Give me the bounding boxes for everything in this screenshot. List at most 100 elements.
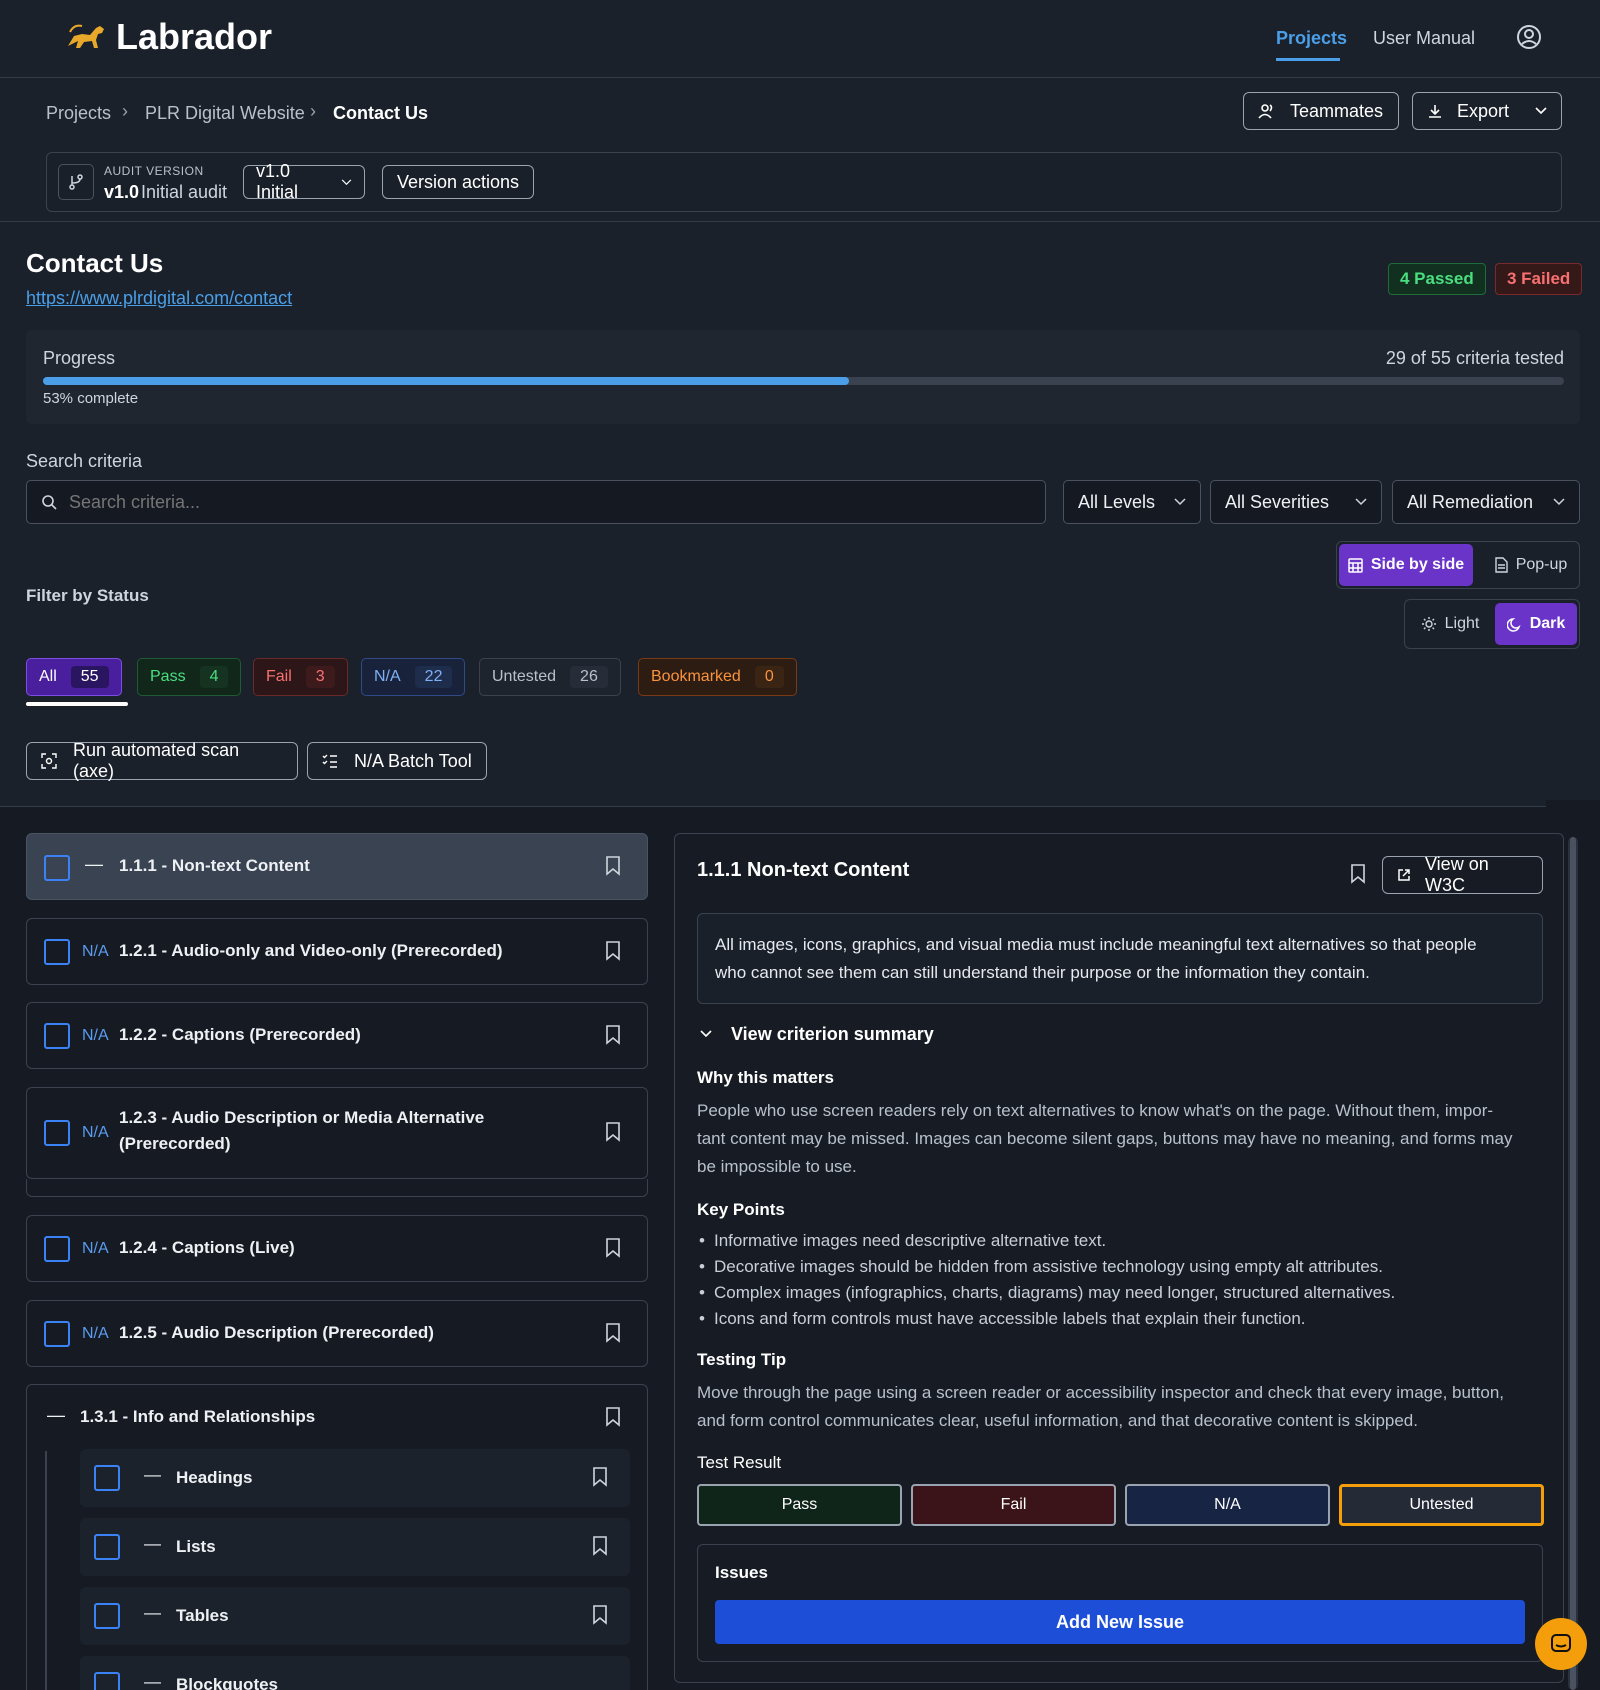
severities-select[interactable]: All Severities	[1210, 480, 1382, 524]
filter-chip-bookmarked[interactable]: Bookmarked 0	[638, 658, 797, 696]
bookmark-icon[interactable]	[605, 856, 621, 876]
levels-select[interactable]: All Levels	[1063, 480, 1201, 524]
criterion-row-1-2-2[interactable]: N/A 1.2.2 - Captions (Prerecorded)	[26, 1002, 648, 1069]
table-icon	[1348, 557, 1363, 573]
breadcrumb-site[interactable]: PLR Digital Website	[145, 103, 305, 124]
audit-version-number: v1.0	[104, 182, 140, 202]
chevron-down-icon[interactable]	[700, 1030, 712, 1038]
bookmark-icon[interactable]	[605, 1407, 621, 1427]
na-status: N/A	[82, 943, 109, 960]
teammates-button[interactable]: Teammates	[1243, 92, 1399, 130]
dark-theme-button[interactable]: Dark	[1495, 603, 1577, 645]
criterion-checkbox[interactable]	[94, 1672, 120, 1690]
app-name[interactable]: Labrador	[116, 16, 272, 58]
chevron-down-icon	[1553, 498, 1565, 506]
view-on-w3c-label: View on W3C	[1425, 854, 1489, 895]
criterion-row-1-2-3[interactable]: N/A 1.2.3 - Audio Description or Media A…	[26, 1087, 648, 1179]
criterion-row-1-2-5[interactable]: N/A 1.2.5 - Audio Description (Prerecord…	[26, 1300, 648, 1367]
breadcrumb-current: Contact Us	[333, 103, 429, 123]
breadcrumb-projects[interactable]: Projects	[46, 103, 111, 124]
chip-count: 0	[754, 666, 784, 688]
version-actions-button[interactable]: Version actions	[382, 165, 534, 199]
remediation-select[interactable]: All Remediation	[1392, 480, 1580, 524]
criterion-summary-toggle[interactable]: View criterion summary	[731, 1024, 934, 1045]
status-dash: —	[85, 854, 103, 874]
criterion-checkbox[interactable]	[44, 1236, 70, 1262]
page-url-link[interactable]: https://www.plrdigital.com/contact	[26, 288, 292, 309]
view-on-w3c-button[interactable]: View on W3C	[1382, 854, 1543, 895]
nav-user-manual[interactable]: User Manual	[1373, 28, 1475, 49]
external-link-icon	[1397, 868, 1411, 882]
sub-criterion-headings[interactable]: — Headings	[80, 1449, 630, 1507]
criterion-group-title[interactable]: 1.3.1 - Info and Relationships	[80, 1407, 315, 1427]
key-point: Decorative images should be hidden from …	[714, 1257, 1384, 1276]
chat-support-button[interactable]	[1535, 1618, 1587, 1670]
progress-track	[43, 377, 1564, 385]
export-button[interactable]: Export	[1412, 92, 1562, 130]
bookmark-icon[interactable]	[1350, 864, 1366, 884]
chip-label: Bookmarked	[651, 668, 741, 685]
bookmark-icon[interactable]	[605, 941, 621, 961]
result-pass-button[interactable]: Pass	[697, 1484, 902, 1526]
search-box[interactable]	[26, 480, 1046, 524]
criterion-checkbox[interactable]	[44, 1023, 70, 1049]
bookmark-icon[interactable]	[592, 1536, 608, 1556]
progress-percent: 53% complete	[43, 390, 139, 407]
criterion-checkbox[interactable]	[94, 1534, 120, 1560]
status-dash: —	[144, 1534, 161, 1553]
add-new-issue-button[interactable]: Add New Issue	[715, 1600, 1525, 1644]
criterion-checkbox[interactable]	[94, 1465, 120, 1491]
filter-chip-all[interactable]: All 55	[26, 658, 122, 696]
popup-button[interactable]: Pop-up	[1485, 544, 1577, 586]
sub-criterion-title: Headings	[176, 1468, 253, 1487]
automated-scan-button[interactable]: Run automated scan (axe)	[26, 740, 298, 781]
na-batch-tool-button[interactable]: N/A Batch Tool	[307, 742, 487, 780]
sub-criterion-blockquotes[interactable]: — Blockquotes	[80, 1656, 630, 1690]
bookmark-icon[interactable]	[605, 1122, 621, 1142]
filter-chip-untested[interactable]: Untested 26	[479, 658, 621, 696]
criterion-checkbox[interactable]	[44, 1321, 70, 1347]
na-status: N/A	[82, 1124, 109, 1141]
scrollbar-thumb[interactable]	[1570, 837, 1576, 1690]
sub-criterion-lists[interactable]: — Lists	[80, 1518, 630, 1576]
criterion-title: 1.2.2 - Captions (Prerecorded)	[119, 1025, 361, 1044]
chevron-down-icon	[1535, 107, 1547, 115]
testing-tip-line1: Move through the page using a screen rea…	[697, 1383, 1505, 1402]
chip-label: N/A	[374, 668, 401, 685]
bookmark-icon[interactable]	[605, 1323, 621, 1343]
light-theme-button[interactable]: Light	[1408, 603, 1492, 645]
filter-chip-na[interactable]: N/A 22	[361, 658, 466, 696]
criterion-description-box	[697, 913, 1543, 1004]
criterion-title: 1.2.5 - Audio Description (Prerecorded)	[119, 1323, 434, 1342]
sub-criterion-title: Blockquotes	[176, 1675, 279, 1690]
chip-count: 26	[570, 666, 608, 688]
search-icon	[41, 494, 57, 510]
sub-criterion-tables[interactable]: — Tables	[80, 1587, 630, 1645]
bookmark-icon[interactable]	[592, 1467, 608, 1487]
why-matters-title: Why this matters	[697, 1068, 834, 1087]
criterion-checkbox[interactable]	[44, 855, 70, 881]
dark-label: Dark	[1529, 615, 1566, 632]
result-na-button[interactable]: N/A	[1125, 1484, 1330, 1526]
filter-chip-fail[interactable]: Fail 3	[253, 658, 348, 696]
test-result-title: Test Result	[697, 1453, 782, 1472]
filter-chip-pass[interactable]: Pass 4	[137, 658, 242, 696]
account-icon[interactable]	[1516, 24, 1542, 50]
result-untested-button[interactable]: Untested	[1339, 1484, 1544, 1526]
result-fail-button[interactable]: Fail	[911, 1484, 1116, 1526]
criterion-row-1-2-4[interactable]: N/A 1.2.4 - Captions (Live)	[26, 1215, 648, 1282]
criterion-row-1-2-1[interactable]: N/A 1.2.1 - Audio-only and Video-only (P…	[26, 918, 648, 985]
version-select[interactable]: v1.0 Initial	[243, 161, 365, 202]
criterion-row-1-1-1[interactable]: — 1.1.1 - Non-text Content	[26, 833, 648, 900]
bookmark-icon[interactable]	[605, 1238, 621, 1258]
nav-projects[interactable]: Projects	[1276, 28, 1347, 49]
sub-criterion-title: Lists	[176, 1537, 216, 1556]
criterion-checkbox[interactable]	[44, 939, 70, 965]
bookmark-icon[interactable]	[592, 1605, 608, 1625]
search-input[interactable]	[69, 491, 969, 513]
criterion-checkbox[interactable]	[94, 1603, 120, 1629]
criterion-checkbox[interactable]	[44, 1120, 70, 1146]
side-by-side-button[interactable]: Side by side	[1339, 544, 1473, 586]
bookmark-icon[interactable]	[605, 1025, 621, 1045]
scrollbar[interactable]	[1568, 837, 1578, 1690]
